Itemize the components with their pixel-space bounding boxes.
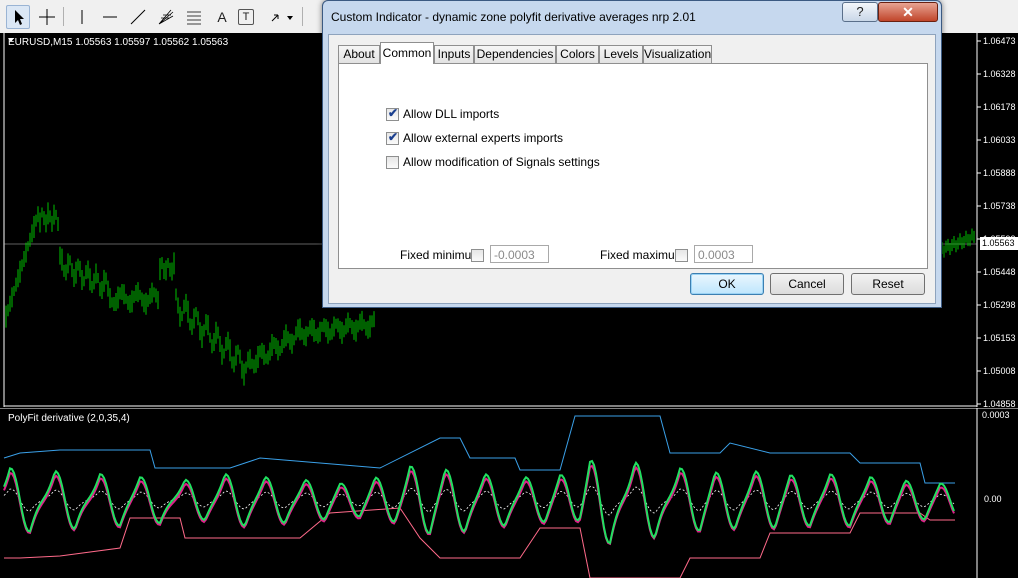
tab-colors[interactable]: Colors [556, 45, 599, 63]
custom-indicator-dialog: Custom Indicator - dynamic zone polyfit … [322, 0, 942, 308]
allow-external-experts-checkbox[interactable]: ✔ [386, 130, 399, 145]
tab-dependencies[interactable]: Dependencies [474, 45, 556, 63]
help-button[interactable]: ? [842, 2, 878, 22]
tab-visualization[interactable]: Visualization [643, 45, 712, 63]
horizontal-line-icon[interactable] [98, 5, 122, 29]
price-axis-label: 1.05008 [983, 366, 1016, 376]
tab-inputs[interactable]: Inputs [434, 45, 474, 63]
textbox-tool-button[interactable]: T [238, 9, 254, 25]
price-axis-label: 1.05153 [983, 333, 1016, 343]
arrows-dropdown-button[interactable] [266, 5, 298, 29]
tab-levels[interactable]: Levels [599, 45, 643, 63]
indicator-title: PolyFit derivative (2,0,35,4) [8, 413, 130, 424]
gann-fan-icon[interactable] [154, 5, 178, 29]
sub-axis-label-top: 0.0003 [982, 410, 1010, 420]
allow-signals-modification-label: Allow modification of Signals settings [403, 155, 600, 169]
price-axis-label: 1.05448 [983, 267, 1016, 277]
current-price-tag: 1.05563 [980, 237, 1018, 250]
text-tool-button[interactable]: A [210, 5, 234, 29]
checkmark-icon: ✔ [388, 106, 399, 120]
price-axis-label: 1.06328 [983, 69, 1016, 79]
trendline-icon[interactable] [126, 5, 150, 29]
allow-signals-modification-checkbox[interactable] [386, 156, 399, 169]
close-button[interactable]: ✕ [878, 2, 938, 22]
fixed-maximum-label: Fixed maximum [600, 248, 685, 262]
checkmark-icon: ✔ [388, 130, 399, 144]
fibonacci-tool-icon[interactable] [182, 5, 206, 29]
sub-axis-label-zero: 0.00 [984, 494, 1002, 504]
tab-about[interactable]: About [338, 45, 380, 63]
text-tool-icon: A [217, 9, 227, 25]
price-axis-label: 1.06033 [983, 135, 1016, 145]
allow-dll-imports-checkbox[interactable]: ✔ [386, 106, 399, 121]
cursor-arrow-icon[interactable] [6, 5, 30, 29]
price-axis-label: 1.04858 [983, 399, 1016, 407]
dialog-body: About Common Inputs Dependencies Colors … [328, 34, 936, 304]
allow-external-experts-label: Allow external experts imports [403, 131, 564, 145]
fixed-minimum-input[interactable]: -0.0003 [490, 245, 549, 263]
fixed-minimum-checkbox[interactable] [471, 249, 484, 262]
price-axis-label: 1.06473 [983, 36, 1016, 46]
price-axis-label: 1.06178 [983, 102, 1016, 112]
vertical-line-icon[interactable] [70, 5, 94, 29]
reset-button[interactable]: Reset [851, 273, 925, 295]
close-icon: ✕ [902, 4, 914, 20]
fixed-maximum-checkbox[interactable] [675, 249, 688, 262]
textbox-tool-icon: T [242, 11, 250, 23]
price-axis-label: 1.05298 [983, 300, 1016, 310]
crosshair-icon[interactable] [35, 5, 59, 29]
help-icon: ? [856, 4, 864, 19]
fixed-minimum-label: Fixed minimum [400, 248, 482, 262]
price-axis-label: 1.05738 [983, 201, 1016, 211]
fixed-maximum-input[interactable]: 0.0003 [694, 245, 753, 263]
common-tab-panel: ✔ Allow DLL imports ✔ Allow external exp… [338, 63, 928, 269]
tab-common[interactable]: Common [380, 42, 434, 64]
allow-dll-imports-label: Allow DLL imports [403, 107, 500, 121]
price-axis-label: 1.05888 [983, 168, 1016, 178]
cancel-button[interactable]: Cancel [770, 273, 844, 295]
indicator-subwindow[interactable]: PolyFit derivative (2,0,35,4) 0.0003 0.0… [0, 408, 1018, 578]
ok-button[interactable]: OK [690, 273, 764, 295]
dialog-title: Custom Indicator - dynamic zone polyfit … [331, 10, 696, 24]
symbol-info: EURUSD,M15 1.05563 1.05597 1.05562 1.055… [8, 37, 229, 48]
